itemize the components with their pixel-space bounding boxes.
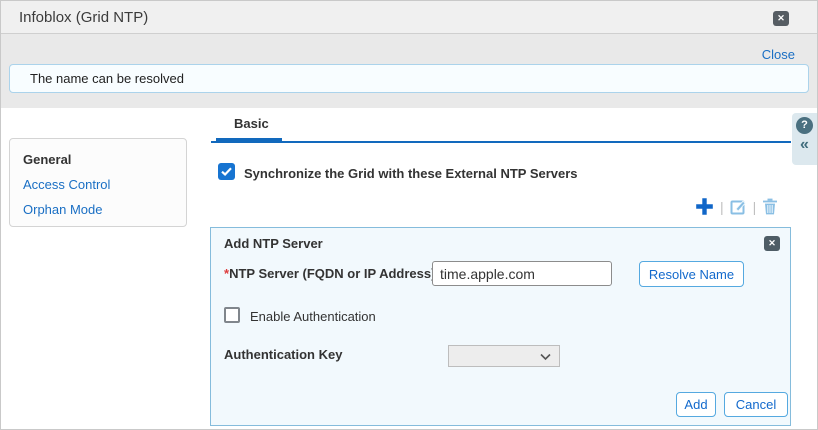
chevron-down-icon [540,353,551,361]
info-message-box: The name can be resolved [9,64,809,93]
add-ntp-server-icon[interactable] [695,197,714,216]
add-button[interactable]: Add [676,392,716,417]
authentication-key-label: Authentication Key [224,347,342,362]
resolve-name-button[interactable]: Resolve Name [639,261,744,287]
checkmark-icon [221,167,232,176]
help-icon[interactable]: ? [796,117,813,134]
dialog-title: Infoblox (Grid NTP) [19,9,148,26]
add-ntp-server-panel: Add NTP Server ✕ *NTP Server (FQDN or IP… [210,227,791,426]
plus-icon [695,197,714,216]
edit-ntp-server-icon[interactable] [730,198,747,215]
help-side-panel: ? « [792,113,817,165]
sync-grid-checkbox[interactable] [218,163,235,180]
title-bar: Infoblox (Grid NTP) ✕ [1,1,817,34]
close-link[interactable]: Close [762,47,795,62]
ntp-server-toolbar: | | [695,197,778,216]
collapse-panel-icon[interactable]: « [792,136,817,154]
panel-title: Add NTP Server [224,236,323,251]
enable-authentication-label: Enable Authentication [250,309,376,324]
sidebar-item-orphan-mode[interactable]: Orphan Mode [23,202,103,217]
info-message-text: The name can be resolved [30,71,184,86]
toolbar-separator: | [753,199,757,215]
ntp-server-input[interactable] [432,261,612,286]
sidebar-item-access-control[interactable]: Access Control [23,177,110,192]
panel-close-icon[interactable]: ✕ [764,236,780,251]
status-bar: Close The name can be resolved [1,34,817,108]
ntp-server-label-text: NTP Server (FQDN or IP Address) [229,266,435,281]
tab-basic[interactable]: Basic [234,116,269,131]
ntp-server-field-label: *NTP Server (FQDN or IP Address) [224,266,435,281]
edit-icon [730,198,747,215]
dialog-close-icon[interactable]: ✕ [773,11,789,26]
enable-authentication-checkbox[interactable] [224,307,240,323]
tab-underline [211,141,791,143]
sidebar-item-general[interactable]: General [23,152,71,167]
tab-active-indicator [216,138,282,143]
authentication-key-select[interactable] [448,345,560,367]
trash-icon [762,198,778,215]
settings-sidebar: General Access Control Orphan Mode [9,138,187,227]
grid-ntp-dialog: Infoblox (Grid NTP) ✕ Close The name can… [0,0,818,430]
delete-ntp-server-icon[interactable] [762,198,778,215]
sync-grid-label: Synchronize the Grid with these External… [244,166,578,181]
toolbar-separator: | [720,199,724,215]
cancel-button[interactable]: Cancel [724,392,788,417]
